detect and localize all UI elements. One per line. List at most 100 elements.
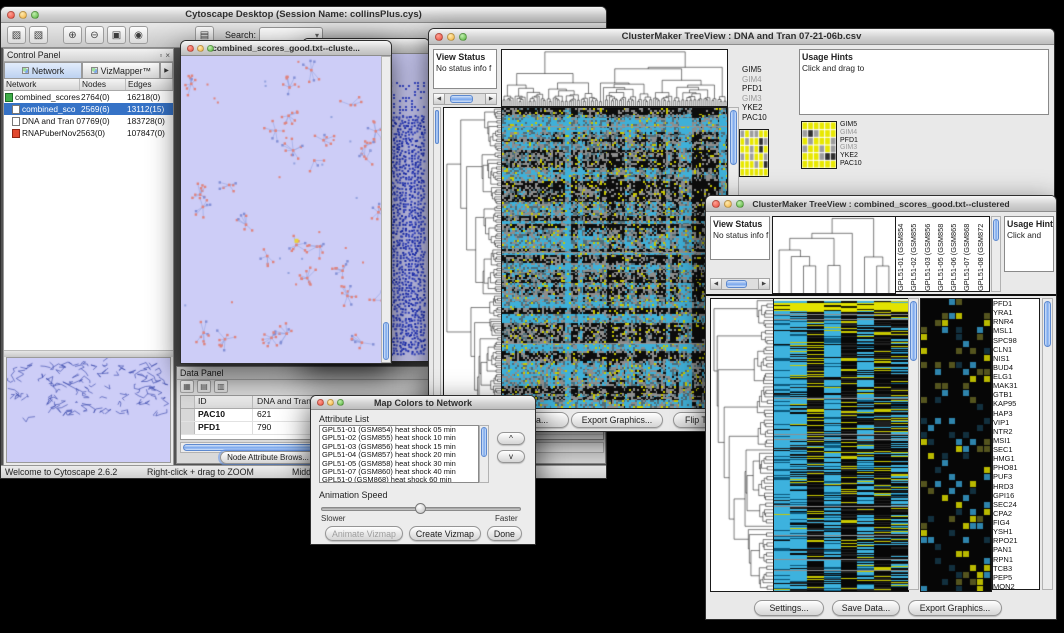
scroll-thumb[interactable] xyxy=(726,280,747,288)
network-row[interactable]: combined_scores 2764(0) 16218(0) xyxy=(4,91,173,103)
zoom-button[interactable] xyxy=(31,11,39,19)
treeview1-title-bar[interactable]: ClusterMaker TreeView : DNA and Tran 07-… xyxy=(429,29,1054,45)
column-label[interactable]: GPL51-08 (GSM872 xyxy=(976,217,989,291)
row-selector[interactable] xyxy=(181,422,195,434)
scroll-left-icon[interactable]: ◀ xyxy=(434,94,445,104)
col-id[interactable]: ID xyxy=(195,396,253,408)
row-selector[interactable] xyxy=(181,409,195,421)
dialog-button[interactable]: Done xyxy=(487,526,522,541)
network-row[interactable]: combined_sco 2569(6) 13112(15) xyxy=(4,103,173,115)
gene-label[interactable]: YSH1 xyxy=(993,527,1039,536)
close-panel-icon[interactable]: × xyxy=(165,51,170,60)
row-dendrogram-canvas[interactable] xyxy=(710,298,774,592)
select-attributes-icon[interactable]: ▦ xyxy=(180,380,194,393)
column-label[interactable]: GPL51-07 (GSM868 xyxy=(962,217,975,291)
column-label[interactable]: GPL51-06 (GSM865 xyxy=(949,217,962,291)
zoom-matrix-canvas[interactable] xyxy=(739,129,769,177)
speed-slider[interactable] xyxy=(321,507,521,511)
import-network-icon[interactable]: ▧ xyxy=(29,26,48,44)
zoom-out-icon[interactable]: ⊖ xyxy=(85,26,104,44)
gene-label[interactable]: GPI16 xyxy=(993,491,1039,500)
close-button[interactable] xyxy=(317,399,324,406)
column-label[interactable]: GPL51-05 (GSM858 xyxy=(936,217,949,291)
minimize-button[interactable] xyxy=(327,399,334,406)
slider-thumb[interactable] xyxy=(415,503,426,514)
gene-label[interactable]: PHO81 xyxy=(993,463,1039,472)
scroll-track[interactable] xyxy=(722,279,758,289)
gene-label[interactable]: HMG1 xyxy=(993,454,1039,463)
scroll-right-icon[interactable]: ▶ xyxy=(485,94,496,104)
gene-label[interactable]: ELG1 xyxy=(993,372,1039,381)
close-button[interactable] xyxy=(435,33,443,41)
scroll-left-icon[interactable]: ◀ xyxy=(711,279,722,289)
minimize-button[interactable] xyxy=(447,33,455,41)
zoom-in-icon[interactable]: ⊕ xyxy=(63,26,82,44)
gene-label[interactable]: PFD1 xyxy=(993,299,1039,308)
network-row[interactable]: DNA and Tran 07 7769(0) 183728(0) xyxy=(4,115,173,127)
scroll-right-icon[interactable]: ▶ xyxy=(758,279,769,289)
zoom-button[interactable] xyxy=(207,45,214,52)
gene-label[interactable]: GIM4 xyxy=(742,75,794,85)
attribute-item[interactable]: GPL51-0 (GSM868) heat shock 60 min xyxy=(320,476,478,483)
labels-vscrollbar[interactable] xyxy=(991,216,1001,292)
zoom-fit-icon[interactable]: ▣ xyxy=(107,26,126,44)
vscroll-thumb[interactable] xyxy=(1044,301,1051,347)
col-edges[interactable]: Edges xyxy=(126,79,173,90)
gene-label[interactable]: HRD3 xyxy=(993,482,1039,491)
column-label[interactable]: GPL51-03 (GSM856 xyxy=(923,217,936,291)
zoom-button[interactable] xyxy=(736,200,744,208)
attribute-store-icon[interactable]: ▥ xyxy=(214,380,228,393)
gene-label[interactable]: HAP3 xyxy=(993,409,1039,418)
treeview2-title-bar[interactable]: ClusterMaker TreeView : combined_scores_… xyxy=(706,196,1056,212)
export-graphics-button[interactable]: Export Graphics... xyxy=(908,600,1002,616)
gene-label[interactable]: MSI1 xyxy=(993,436,1039,445)
genes-vscrollbar[interactable] xyxy=(1042,298,1053,590)
move-up-button[interactable]: ^ xyxy=(497,432,525,445)
vscroll-thumb[interactable] xyxy=(383,322,389,360)
gene-label[interactable]: PFD1 xyxy=(840,137,880,145)
control-panel-tab[interactable]: VizMapper™ xyxy=(82,62,160,79)
dialog-button[interactable]: Animate Vizmap xyxy=(325,526,403,541)
float-panel-icon[interactable]: ▫ xyxy=(159,51,162,60)
vscroll-thumb[interactable] xyxy=(481,427,487,457)
close-button[interactable] xyxy=(7,11,15,19)
dendro-vscrollbar[interactable] xyxy=(433,107,441,407)
gene-label[interactable]: NIS1 xyxy=(993,354,1039,363)
heatmap-vscrollbar[interactable] xyxy=(908,298,919,590)
gene-label[interactable]: KAP95 xyxy=(993,399,1039,408)
settings-button[interactable]: Settings... xyxy=(754,600,824,616)
node-attribute-browser-button[interactable]: Node Attribute Brows... xyxy=(220,451,316,464)
dialog-button[interactable]: Create Vizmap xyxy=(409,526,481,541)
scroll-thumb[interactable] xyxy=(450,95,473,103)
gene-label[interactable]: RPN1 xyxy=(993,555,1039,564)
gene-label[interactable]: RPO21 xyxy=(993,536,1039,545)
gene-label[interactable]: VIP1 xyxy=(993,418,1039,427)
gene-label[interactable]: YRA1 xyxy=(993,308,1039,317)
zoom-button[interactable] xyxy=(459,33,467,41)
attribute-list-scrollbar[interactable] xyxy=(479,425,489,483)
gene-label[interactable]: BUD4 xyxy=(993,363,1039,372)
minimize-button[interactable] xyxy=(724,200,732,208)
gene-label[interactable]: NTR2 xyxy=(993,427,1039,436)
zoom-button[interactable] xyxy=(337,399,344,406)
column-dendrogram-canvas[interactable] xyxy=(772,216,896,294)
network-title-bar[interactable]: combined_scores_good.txt--cluste... xyxy=(181,41,391,56)
vscroll-thumb[interactable] xyxy=(910,301,917,361)
gene-label[interactable]: GIM5 xyxy=(840,121,880,129)
gene-label[interactable]: PUF3 xyxy=(993,472,1039,481)
network-vscrollbar[interactable] xyxy=(381,56,391,363)
close-button[interactable] xyxy=(712,200,720,208)
gene-label[interactable]: PAN1 xyxy=(993,545,1039,554)
gene-label[interactable]: GIM3 xyxy=(840,144,880,152)
zoom-heatmap-canvas[interactable] xyxy=(920,298,992,592)
column-label[interactable]: GPL51-01 (GSM854 xyxy=(896,217,909,291)
tab-overflow-button[interactable]: ▶ xyxy=(160,62,173,79)
gene-label[interactable]: YKE2 xyxy=(742,103,794,113)
gene-label[interactable]: GTB1 xyxy=(993,390,1039,399)
gene-label[interactable]: PAC10 xyxy=(840,160,880,168)
main-title-bar[interactable]: Cytoscape Desktop (Session Name: collins… xyxy=(1,7,606,23)
export-graphics-button[interactable]: Export Graphics... xyxy=(571,412,663,428)
column-label[interactable]: GPL51-02 (GSM855 xyxy=(909,217,922,291)
gene-label[interactable]: PEP5 xyxy=(993,573,1039,582)
gene-label[interactable]: GIM4 xyxy=(840,129,880,137)
